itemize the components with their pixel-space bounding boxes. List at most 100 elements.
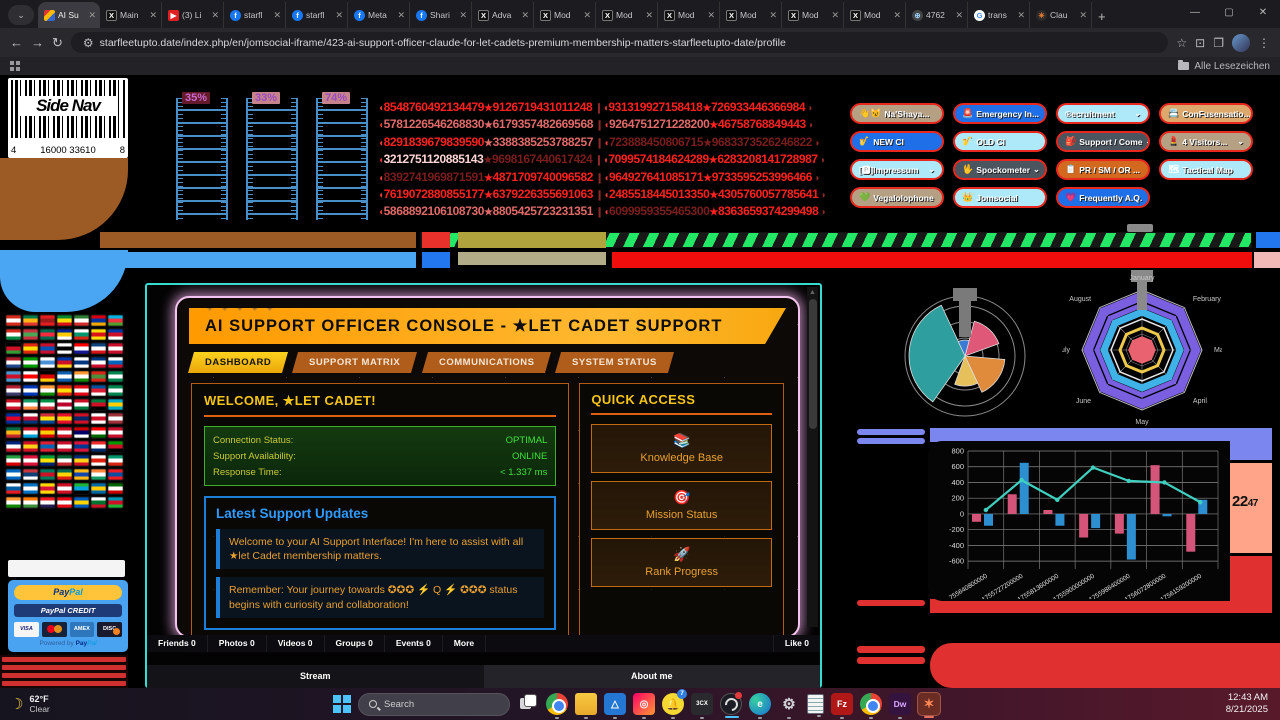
edge-icon[interactable]: e bbox=[749, 693, 771, 715]
flag-icon[interactable] bbox=[6, 385, 21, 396]
flag-icon[interactable] bbox=[74, 315, 89, 326]
flag-icon[interactable] bbox=[108, 483, 123, 494]
lcars-button[interactable]: 💗Frequently A.Q. bbox=[1056, 187, 1150, 208]
filezilla-icon[interactable]: Fz bbox=[831, 693, 853, 715]
tab-close-icon[interactable]: ✕ bbox=[521, 10, 529, 21]
flag-icon[interactable] bbox=[108, 399, 123, 410]
flag-icon[interactable] bbox=[23, 315, 38, 326]
flag-icon[interactable] bbox=[91, 497, 106, 508]
site-info-icon[interactable]: ⚙ bbox=[83, 36, 94, 50]
flag-icon[interactable] bbox=[57, 343, 72, 354]
forward-button[interactable]: → bbox=[31, 35, 44, 50]
flag-icon[interactable] bbox=[23, 413, 38, 424]
flag-icon[interactable] bbox=[40, 413, 55, 424]
tab-close-icon[interactable]: ✕ bbox=[893, 10, 901, 21]
flag-icon[interactable] bbox=[6, 413, 21, 424]
flag-icon[interactable] bbox=[23, 343, 38, 354]
flag-icon[interactable] bbox=[40, 315, 55, 326]
browser-tab[interactable]: XMod✕ bbox=[844, 2, 906, 28]
flag-icon[interactable] bbox=[23, 385, 38, 396]
flag-icon[interactable] bbox=[40, 483, 55, 494]
side-nav-barcode[interactable]: Side Nav 4 16000 33610 8 bbox=[8, 78, 128, 158]
flag-icon[interactable] bbox=[40, 329, 55, 340]
flag-icon[interactable] bbox=[91, 343, 106, 354]
browser-tab[interactable]: XMod✕ bbox=[720, 2, 782, 28]
social-item-photos[interactable]: Photos 0 bbox=[208, 635, 267, 652]
tab-close-icon[interactable]: ✕ bbox=[397, 10, 405, 21]
lcars-button[interactable]: [🅿]Impressum⌄ bbox=[850, 159, 944, 180]
notepad-icon[interactable] bbox=[807, 694, 824, 714]
tab-about-me[interactable]: About me bbox=[484, 665, 821, 688]
flag-icon[interactable] bbox=[6, 455, 21, 466]
flag-icon[interactable] bbox=[74, 427, 89, 438]
flag-icon[interactable] bbox=[91, 371, 106, 382]
all-bookmarks[interactable]: Alle Lesezeichen bbox=[1178, 61, 1270, 72]
flag-icon[interactable] bbox=[23, 469, 38, 480]
flag-icon[interactable] bbox=[23, 497, 38, 508]
flag-icon[interactable] bbox=[40, 343, 55, 354]
app-blue-icon[interactable]: △ bbox=[604, 693, 626, 715]
social-item-groups[interactable]: Groups 0 bbox=[325, 635, 385, 652]
flag-icon[interactable] bbox=[74, 497, 89, 508]
browser-tab[interactable]: XMain✕ bbox=[100, 2, 162, 28]
flag-icon[interactable] bbox=[23, 329, 38, 340]
console-tab-dashboard[interactable]: DASHBOARD bbox=[188, 352, 288, 373]
lcars-button[interactable]: 📋PR / SM / OR ... bbox=[1056, 159, 1150, 180]
lcars-button[interactable]: 📇ConFusensatio... bbox=[1159, 103, 1253, 124]
lcars-button[interactable]: 👑Jomsocial bbox=[953, 187, 1047, 208]
flag-icon[interactable] bbox=[6, 343, 21, 354]
browser-tab[interactable]: ▶(3) Li✕ bbox=[162, 2, 224, 28]
flag-icon[interactable] bbox=[74, 441, 89, 452]
browser-tab[interactable]: fShari✕ bbox=[410, 2, 472, 28]
taskbar-clock[interactable]: 12:43 AM 8/21/2025 bbox=[1226, 692, 1268, 716]
browser-tab[interactable]: ⊕4762✕ bbox=[906, 2, 968, 28]
browser-tab[interactable]: fstarfl✕ bbox=[286, 2, 348, 28]
flag-icon[interactable] bbox=[74, 469, 89, 480]
tab-close-icon[interactable]: ✕ bbox=[645, 10, 653, 21]
scroll-up-arrow[interactable]: ▲ bbox=[809, 289, 816, 296]
browser-tab[interactable]: Gtrans✕ bbox=[968, 2, 1030, 28]
tab-stream[interactable]: Stream bbox=[147, 665, 484, 688]
flag-icon[interactable] bbox=[23, 357, 38, 368]
flag-icon[interactable] bbox=[40, 399, 55, 410]
flag-icon[interactable] bbox=[6, 329, 21, 340]
flag-icon[interactable] bbox=[74, 385, 89, 396]
lcars-button[interactable]: 🎷NEW CI bbox=[850, 131, 944, 152]
flag-icon[interactable] bbox=[40, 469, 55, 480]
lcars-button[interactable]: 🗺Tactical Map bbox=[1159, 159, 1253, 180]
flag-icon[interactable] bbox=[108, 329, 123, 340]
flag-icon[interactable] bbox=[57, 441, 72, 452]
flag-icon[interactable] bbox=[91, 329, 106, 340]
3cx-icon[interactable]: 3CX bbox=[691, 693, 713, 715]
starburst-app-icon[interactable]: ✶ bbox=[918, 693, 940, 715]
social-item-videos[interactable]: Videos 0 bbox=[267, 635, 325, 652]
flag-icon[interactable] bbox=[23, 483, 38, 494]
minimize-button[interactable]: — bbox=[1178, 0, 1212, 28]
social-item-events[interactable]: Events 0 bbox=[385, 635, 443, 652]
tab-close-icon[interactable]: ✕ bbox=[335, 10, 343, 21]
flag-icon[interactable] bbox=[23, 455, 38, 466]
flag-icon[interactable] bbox=[40, 455, 55, 466]
lcars-button[interactable]: 🚨Emergency In... bbox=[953, 103, 1047, 124]
flag-icon[interactable] bbox=[74, 329, 89, 340]
start-button[interactable] bbox=[333, 695, 351, 713]
taskbar-search[interactable]: Search bbox=[358, 693, 510, 716]
console-tab-communications[interactable]: COMMUNICATIONS bbox=[422, 352, 552, 373]
reload-button[interactable]: ↻ bbox=[52, 35, 63, 51]
flag-icon[interactable] bbox=[74, 483, 89, 494]
flag-icon[interactable] bbox=[6, 371, 21, 382]
browser-tab[interactable]: XMod✕ bbox=[658, 2, 720, 28]
flag-icon[interactable] bbox=[6, 357, 21, 368]
quick-access-knowledge-base[interactable]: 📚Knowledge Base bbox=[591, 424, 772, 473]
flag-icon[interactable] bbox=[108, 343, 123, 354]
browser-tab[interactable]: XMod✕ bbox=[534, 2, 596, 28]
flag-icon[interactable] bbox=[23, 427, 38, 438]
app-pink-icon[interactable]: ◎ bbox=[633, 693, 655, 715]
flag-icon[interactable] bbox=[40, 371, 55, 382]
flag-icon[interactable] bbox=[91, 441, 106, 452]
tab-close-icon[interactable]: ✕ bbox=[1079, 10, 1087, 21]
tab-close-icon[interactable]: ✕ bbox=[1017, 10, 1025, 21]
weather-widget[interactable]: ☽ 62°F Clear bbox=[10, 694, 50, 714]
flag-icon[interactable] bbox=[6, 469, 21, 480]
tab-close-icon[interactable]: ✕ bbox=[707, 10, 715, 21]
